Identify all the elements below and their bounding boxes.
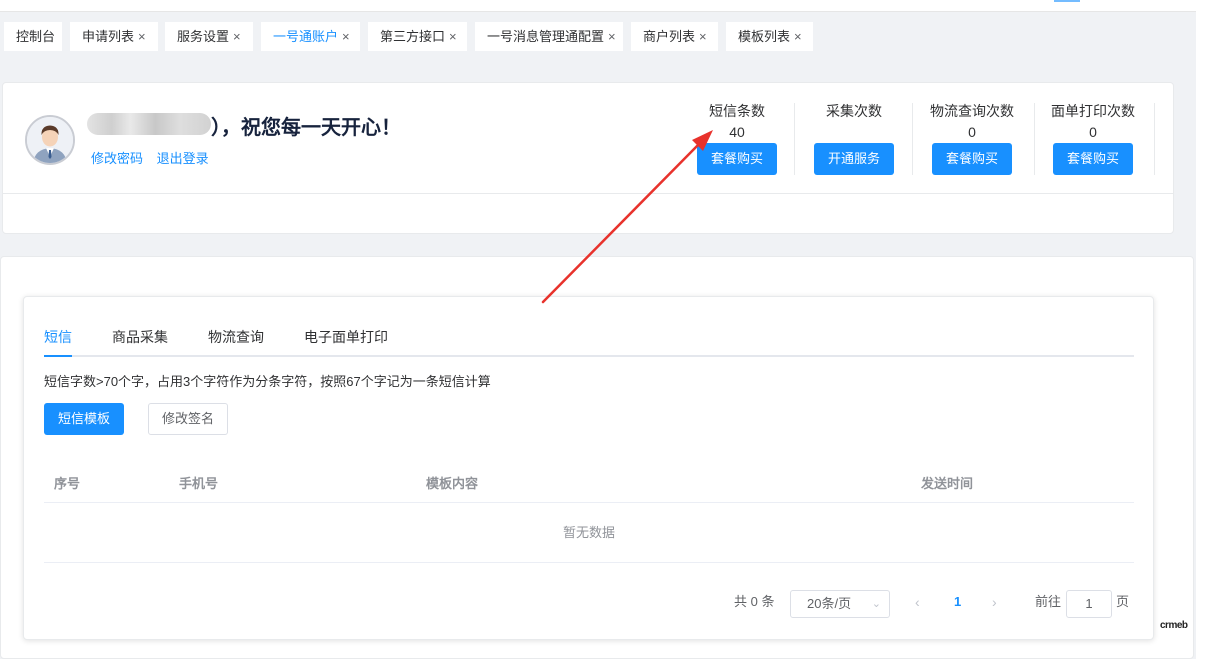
brand-logo: crmeb — [1160, 620, 1188, 631]
annotation-arrow-icon — [541, 130, 713, 304]
